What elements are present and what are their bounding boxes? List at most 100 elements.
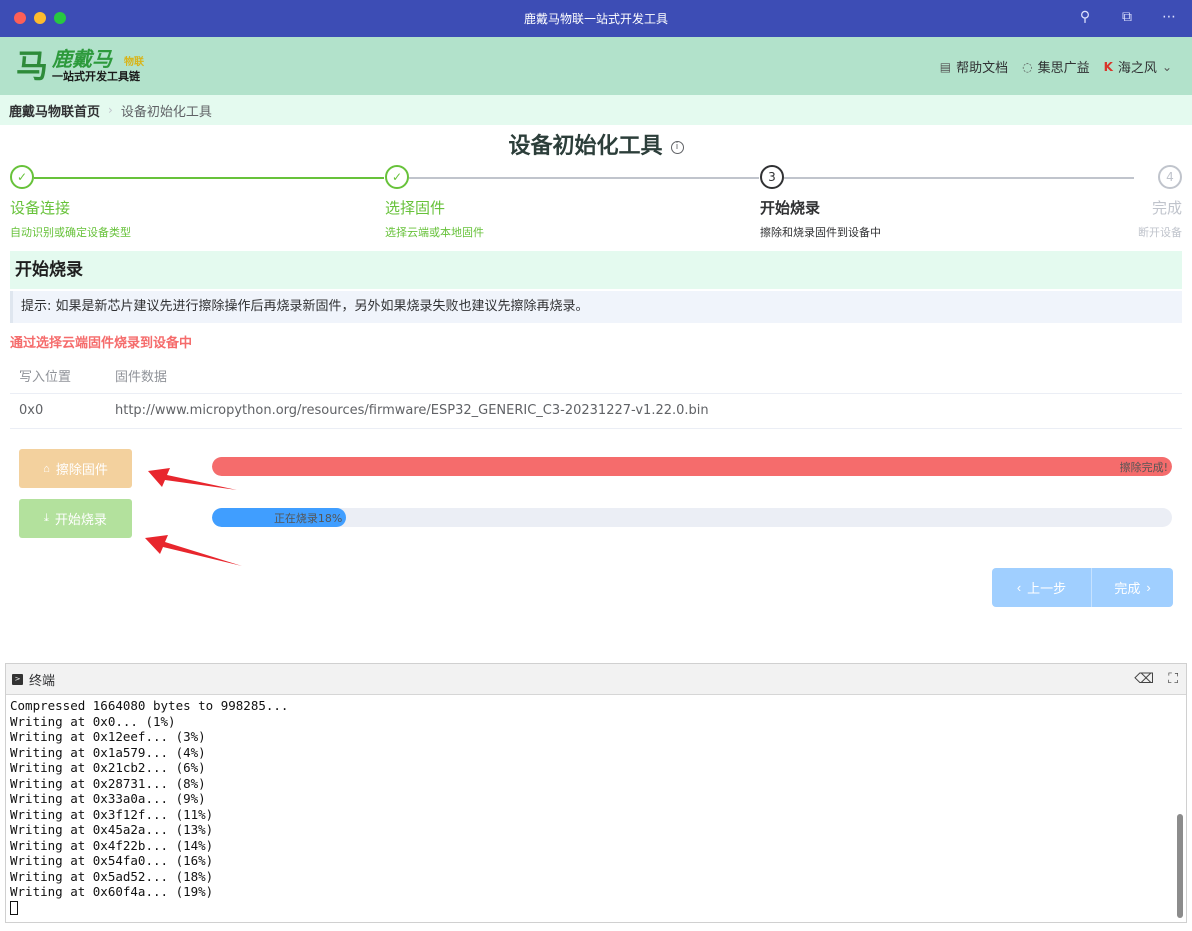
terminal-line: Writing at 0x54fa0... (16%): [10, 853, 214, 868]
clear-icon[interactable]: ⌫: [1134, 671, 1154, 687]
terminal-panel: > 终端 ⌫ ⛶ Compressed 1664080 bytes to 998…: [5, 663, 1187, 923]
page-title: 设备初始化工具: [508, 134, 663, 159]
brand-badge: 物联: [124, 57, 144, 68]
step-start-flash: 3 开始烧录 擦除和烧录固件到设备中: [760, 165, 881, 240]
terminal-line: Writing at 0x28731... (8%): [10, 775, 206, 791]
help-docs-label: 帮助文档: [956, 61, 1009, 76]
key-icon[interactable]: ⚲: [1076, 9, 1094, 25]
step-device-connect: ✓ 设备连接 自动识别或确定设备类型: [10, 165, 131, 240]
annotation-arrow-icon: [145, 535, 242, 566]
user-logo-icon: K: [1103, 59, 1113, 74]
terminal-title: 终端: [29, 673, 56, 689]
user-menu[interactable]: K 海之风 ⌄: [1103, 57, 1172, 77]
step-select-firmware: ✓ 选择固件 选择云端或本地固件: [385, 165, 484, 240]
step-title: 设备连接: [10, 199, 71, 217]
table-header-row: 写入位置 固件数据: [10, 358, 1182, 394]
page-title-row: 设备初始化工具 i: [0, 128, 1192, 160]
window-title: 鹿戴马物联一站式开发工具: [523, 12, 668, 26]
help-docs-link[interactable]: ▤ 帮助文档: [939, 57, 1009, 77]
firmware-url: http://www.micropython.org/resources/fir…: [106, 393, 1182, 429]
terminal-cursor: [10, 901, 18, 915]
brand-logo[interactable]: 马 鹿戴马 物联 一站式开发工具链: [16, 47, 151, 87]
chevron-right-icon: ›: [1146, 580, 1151, 595]
check-icon: ✓: [385, 165, 409, 189]
brand-name: 鹿戴马: [52, 47, 112, 71]
step-title: 开始烧录: [760, 199, 821, 217]
terminal-line: Writing at 0x33a0a... (9%): [10, 791, 206, 806]
finish-button[interactable]: 完成 ›: [1092, 568, 1173, 607]
step-number: 4: [1158, 165, 1182, 189]
write-address: 0x0: [10, 393, 106, 429]
done-label: 完成: [1114, 581, 1141, 596]
annotation-arrow-icon: [148, 468, 237, 490]
close-window-button[interactable]: [14, 12, 26, 24]
breadcrumb-home[interactable]: 鹿戴马物联首页: [9, 101, 100, 120]
feedback-link[interactable]: ◌ 集思广益: [1022, 57, 1090, 77]
window-titlebar: 鹿戴马物联一站式开发工具 ⚲ ⧉ ⋯: [0, 0, 1192, 37]
terminal-line: Writing at 0x12eef... (3%): [10, 729, 206, 744]
terminal-line: Writing at 0x3f12f... (11%): [10, 806, 214, 822]
brand-tagline: 一站式开发工具链: [52, 70, 140, 83]
terminal-line: Writing at 0x60f4a... (19%): [10, 884, 214, 899]
terminal-tools: ⌫ ⛶: [1134, 671, 1178, 687]
feedback-label: 集思广益: [1037, 61, 1090, 76]
book-icon: ▤: [939, 59, 952, 74]
terminal-line: Writing at 0x4f22b... (14%): [10, 837, 214, 853]
step-title: 选择固件: [385, 199, 446, 217]
step-nav-buttons: ‹ 上一步 完成 ›: [992, 568, 1173, 607]
info-icon[interactable]: i: [670, 140, 684, 154]
step-finish: 4 完成 断开设备: [1138, 165, 1182, 240]
step-desc: 擦除和烧录固件到设备中: [760, 226, 881, 239]
minimize-window-button[interactable]: [34, 12, 46, 24]
broom-icon: ⌂: [43, 462, 50, 475]
tip-alert: 提示: 如果是新芯片建议先进行擦除操作后再烧录新固件，另外如果烧录失败也建议先擦…: [10, 291, 1182, 323]
breadcrumb-current: 设备初始化工具: [120, 104, 212, 120]
terminal-line: Compressed 1664080 bytes to 998285...: [10, 698, 289, 713]
more-icon[interactable]: ⋯: [1160, 9, 1178, 25]
chevron-down-icon: ⌄: [1161, 59, 1172, 74]
terminal-icon: >: [12, 673, 23, 685]
prev-label: 上一步: [1027, 581, 1067, 596]
prev-step-button[interactable]: ‹ 上一步: [992, 568, 1092, 607]
start-flash-button[interactable]: ⤓ 开始烧录: [19, 499, 132, 538]
terminal-scrollbar[interactable]: [1177, 814, 1183, 918]
firmware-table: 写入位置 固件数据 0x0 http://www.micropython.org…: [10, 358, 1182, 429]
fullscreen-icon[interactable]: ⛶: [1168, 671, 1178, 687]
flash-progress-fill: 正在烧录18%: [212, 508, 347, 527]
erase-label: 擦除固件: [55, 462, 108, 477]
table-row: 0x0 http://www.micropython.org/resources…: [10, 393, 1182, 429]
step-desc: 断开设备: [1138, 226, 1182, 239]
download-icon: ⤓: [44, 512, 49, 524]
maximize-window-button[interactable]: [54, 12, 66, 24]
flash-progress-bar: 正在烧录18%: [212, 508, 1172, 527]
chevron-right-icon: ›: [108, 103, 113, 117]
source-note: 通过选择云端固件烧录到设备中: [10, 336, 193, 351]
window-controls: [14, 12, 66, 24]
steps-bar: ✓ 设备连接 自动识别或确定设备类型 ✓ 选择固件 选择云端或本地固件 3 开始…: [0, 165, 1192, 245]
chevron-left-icon: ‹: [1016, 580, 1022, 595]
header-links: ▤ 帮助文档 ◌ 集思广益 K 海之风 ⌄: [939, 57, 1172, 77]
breadcrumb: 鹿戴马物联首页 › 设备初始化工具: [0, 95, 1192, 125]
step-desc: 选择云端或本地固件: [385, 226, 484, 239]
terminal-line: Writing at 0x0... (1%): [10, 713, 176, 729]
step-number: 3: [760, 165, 784, 189]
column-header-data: 固件数据: [106, 358, 1182, 394]
column-header-address: 写入位置: [10, 358, 106, 394]
step-title: 完成: [1151, 199, 1182, 217]
titlebar-tools: ⚲ ⧉ ⋯: [1076, 9, 1178, 25]
flash-label: 开始烧录: [54, 512, 107, 527]
erase-progress-bar: 擦除完成!: [212, 457, 1172, 476]
erase-firmware-button[interactable]: ⌂ 擦除固件: [19, 449, 132, 488]
app-header: 马 鹿戴马 物联 一站式开发工具链 ▤ 帮助文档 ◌ 集思广益 K 海之风 ⌄: [0, 37, 1192, 95]
terminal-header: > 终端 ⌫ ⛶: [6, 664, 1186, 695]
terminal-output[interactable]: Compressed 1664080 bytes to 998285... Wri…: [10, 698, 1170, 915]
terminal-line: Writing at 0x5ad52... (18%): [10, 868, 214, 884]
step-desc: 自动识别或确定设备类型: [10, 226, 131, 239]
user-name: 海之风: [1117, 61, 1157, 76]
terminal-line: Writing at 0x21cb2... (6%): [10, 760, 206, 775]
terminal-line: Writing at 0x45a2a... (13%): [10, 822, 214, 837]
screen-icon[interactable]: ⧉: [1118, 9, 1136, 25]
chat-icon: ◌: [1022, 59, 1033, 74]
terminal-line: Writing at 0x1a579... (4%): [10, 744, 206, 760]
erase-progress-fill: 擦除完成!: [212, 457, 1172, 476]
